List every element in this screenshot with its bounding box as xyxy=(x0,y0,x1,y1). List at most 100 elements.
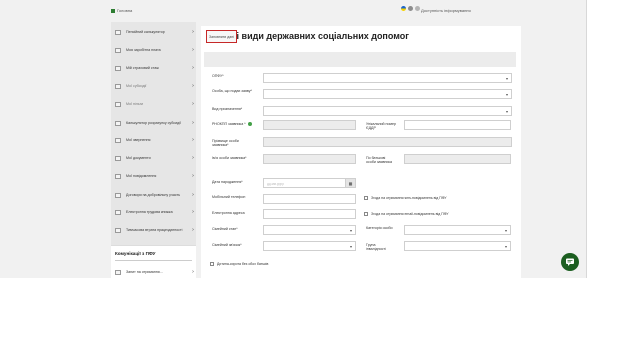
checkbox[interactable] xyxy=(210,262,214,266)
sidebar-item-label: Пенсійний калькулятор xyxy=(126,29,165,34)
chevron-down-icon: ▾ xyxy=(505,76,508,81)
chevron-down-icon: ▾ xyxy=(504,244,507,249)
email-consent-label: Згода на отримання email-повідомлень від… xyxy=(371,212,449,216)
checkbox[interactable] xyxy=(364,212,368,216)
lang-flag-icon[interactable] xyxy=(408,6,413,11)
message-icon xyxy=(115,137,121,143)
sidebar-item-salary[interactable]: Моя заробітна плата › xyxy=(111,42,196,58)
unzr-field[interactable] xyxy=(404,120,511,130)
sidebar-item-notifications[interactable]: Мої повідомлення › xyxy=(111,168,196,184)
accessibility-link[interactable]: Доступність інформування xyxy=(421,8,471,13)
marital-relation-label: Сімейний зв'язок* xyxy=(212,243,242,247)
sidebar-item-label: Мої пільги xyxy=(126,101,144,106)
sidebar-item-label: Запит на отримання… xyxy=(126,269,164,274)
sidebar-item-label: Калькулятор розрахунку субсидії xyxy=(126,120,181,125)
wallet-icon xyxy=(115,47,121,53)
unzr-label: Унікальний номер ЄДДР xyxy=(366,122,396,131)
chat-icon xyxy=(566,258,574,266)
ua-flag-icon[interactable] xyxy=(401,6,406,11)
sidebar-item-disability[interactable]: Тимчасова втрата працездатності › xyxy=(111,221,196,239)
request-icon xyxy=(115,269,121,275)
rnokpp-label: РНОКПП заявника * xyxy=(212,122,258,127)
chevron-right-icon: › xyxy=(192,65,194,71)
chevron-down-icon: ▾ xyxy=(349,244,352,249)
divider xyxy=(115,260,192,261)
email-field[interactable] xyxy=(263,209,356,219)
person-label: Особа, що подає заяву* xyxy=(212,89,252,93)
breadcrumb[interactable]: Головна xyxy=(111,8,132,13)
orphan-checkbox[interactable]: Дитина-сирота без обох батьків xyxy=(210,262,268,266)
sidebar-item-voluntary-contracts[interactable]: Договори на добровільну участь › xyxy=(111,186,196,204)
opfu-select[interactable]: ▾ xyxy=(263,73,512,83)
chevron-down-icon: ▾ xyxy=(504,228,507,233)
sidebar-item-subsidies[interactable]: Мої субсидії › xyxy=(111,78,196,94)
chevron-right-icon: › xyxy=(192,137,194,143)
house-icon xyxy=(115,83,121,89)
fill-data-button[interactable]: Заповнити дані xyxy=(206,30,237,43)
disability-group-label: Група інвалідності xyxy=(366,243,386,252)
marital-relation-select[interactable]: ▾ xyxy=(263,241,356,251)
sidebar-item-label: Мої документи xyxy=(126,155,151,160)
email-consent-checkbox[interactable]: Згода на отримання email-повідомлень від… xyxy=(364,212,448,216)
chevron-right-icon: › xyxy=(192,173,194,179)
contract-icon xyxy=(115,192,121,198)
info-icon[interactable] xyxy=(247,122,252,127)
chevron-down-icon: ▾ xyxy=(349,228,352,233)
orphan-label: Дитина-сирота без обох батьків xyxy=(217,262,269,266)
payment-type-label: Вид призначення* xyxy=(212,107,243,111)
marital-status-select[interactable]: ▾ xyxy=(263,225,356,235)
birth-date-field[interactable]: дд.мм.рррр ▦ xyxy=(263,178,356,188)
checkbox[interactable] xyxy=(364,196,368,200)
sidebar-item-pension-calculator[interactable]: Пенсійний калькулятор › xyxy=(111,24,196,40)
sidebar-item-work-record-book[interactable]: Електронна трудова книжка › xyxy=(111,204,196,220)
sidebar-item-subsidy-calculator[interactable]: Калькулятор розрахунку субсидії › xyxy=(111,114,196,132)
calendar-icon[interactable]: ▦ xyxy=(345,179,355,187)
chevron-right-icon: › xyxy=(192,155,194,161)
sidebar-item-request[interactable]: Запит на отримання… › xyxy=(111,266,196,278)
patronymic-field[interactable] xyxy=(404,154,511,164)
sidebar-item-insurance-record[interactable]: Мій страховий стаж › xyxy=(111,60,196,76)
chevron-right-icon: › xyxy=(192,209,194,215)
sidebar-item-label: Договори на добровільну участь xyxy=(126,192,181,197)
folder-icon xyxy=(115,155,121,161)
fill-data-bar xyxy=(204,52,516,67)
communications-title: Комунікації з ПФУ xyxy=(115,251,156,256)
home-icon xyxy=(111,8,115,13)
browser-viewport: Головна Доступність інформування Пенсійн… xyxy=(0,0,586,278)
birth-date-placeholder: дд.мм.рррр xyxy=(267,182,284,186)
bell-icon xyxy=(115,173,121,179)
payment-type-select[interactable]: ▾ xyxy=(263,106,512,116)
chevron-right-icon: › xyxy=(192,269,194,275)
sidebar-item-benefits[interactable]: Мої пільги › xyxy=(111,96,196,112)
lang-flag-icon[interactable] xyxy=(415,6,420,11)
category-select[interactable]: ▾ xyxy=(404,225,511,235)
name-field[interactable] xyxy=(263,154,356,164)
surname-label: Прізвище особи заявника* xyxy=(212,139,239,148)
phone-field[interactable] xyxy=(263,194,356,204)
sms-consent-checkbox[interactable]: Згода на отримання sms-повідомлень від П… xyxy=(364,196,447,200)
chevron-right-icon: › xyxy=(192,120,194,126)
chevron-right-icon: › xyxy=(192,47,194,53)
chevron-right-icon: › xyxy=(192,101,194,107)
sidebar-item-label: Мій страховий стаж xyxy=(126,65,159,70)
sidebar-item-appeals[interactable]: Мої звернення › xyxy=(111,132,196,148)
disability-group-select[interactable]: ▾ xyxy=(404,241,511,251)
email-label: Електронна адреса xyxy=(212,211,245,215)
calculator-icon xyxy=(115,120,121,126)
main-content: Окремі види державних соціальних допомог… xyxy=(201,26,521,278)
person-select[interactable]: ▾ xyxy=(263,89,512,99)
rnokpp-field[interactable] xyxy=(263,120,356,130)
sidebar-item-documents[interactable]: Мої документи › xyxy=(111,150,196,166)
sidebar-item-label: Моя заробітна плата xyxy=(126,47,161,52)
page-scrollbar[interactable] xyxy=(586,0,587,278)
language-switcher[interactable] xyxy=(401,6,420,11)
chat-button[interactable] xyxy=(561,253,579,271)
patronymic-label: По батькові особи заявника xyxy=(366,156,393,165)
surname-field[interactable] xyxy=(263,137,512,147)
sidebar-item-label: Мої повідомлення xyxy=(126,173,157,178)
document-icon xyxy=(115,65,121,71)
chevron-down-icon: ▾ xyxy=(505,92,508,97)
phone-label: Мобільний телефон xyxy=(212,195,246,199)
medical-icon xyxy=(115,227,121,233)
breadcrumb-home[interactable]: Головна xyxy=(117,8,132,13)
